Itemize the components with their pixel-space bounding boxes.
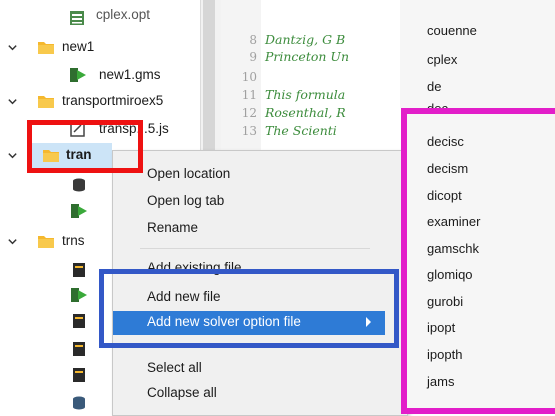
menu-item-open-log-tab[interactable]: Open log tab xyxy=(147,193,224,208)
option-file-icon xyxy=(70,11,84,25)
log-file-icon xyxy=(73,342,85,356)
gms-file-icon xyxy=(70,68,86,82)
log-file-icon xyxy=(73,263,85,277)
annotation-box-blue xyxy=(99,269,399,348)
chevron-down-icon[interactable] xyxy=(5,40,19,54)
database-icon xyxy=(73,396,85,410)
solver-item[interactable]: couenne xyxy=(427,23,477,38)
annotation-box-red xyxy=(27,120,143,173)
tree-item-label: new1 xyxy=(62,39,95,54)
menu-item-select-all[interactable]: Select all xyxy=(147,360,202,375)
line-number: 8 xyxy=(249,33,257,47)
menu-item-rename[interactable]: Rename xyxy=(147,220,198,235)
line-number: 12 xyxy=(241,106,257,120)
chevron-down-icon[interactable] xyxy=(5,94,19,108)
tree-item-label: trns xyxy=(62,233,85,248)
folder-icon xyxy=(38,96,54,108)
menu-item-open-location[interactable]: Open location xyxy=(147,166,230,181)
line-number: 10 xyxy=(241,70,257,84)
line-number: 11 xyxy=(241,88,257,102)
code-line: Dantzig, G B xyxy=(265,32,346,47)
chevron-down-icon[interactable] xyxy=(5,234,19,248)
solver-item[interactable]: de xyxy=(427,79,441,94)
gms-file-icon xyxy=(71,288,87,302)
folder-icon xyxy=(38,42,54,54)
tree-item-label: cplex.opt xyxy=(96,7,151,22)
solver-item[interactable]: cplex xyxy=(427,52,457,67)
gms-file-icon xyxy=(71,204,87,218)
menu-item-collapse-all[interactable]: Collapse all xyxy=(147,385,217,400)
annotation-box-magenta xyxy=(401,108,555,414)
code-line: Princeton Un xyxy=(265,49,349,64)
tree-item-label: transportmiroex5 xyxy=(62,93,164,108)
menu-separator xyxy=(140,248,370,249)
log-file-icon xyxy=(73,314,85,328)
line-number: 9 xyxy=(249,50,257,64)
code-line: Rosenthal, R xyxy=(265,105,346,120)
solver-list-upper xyxy=(400,0,555,108)
code-line: This formula xyxy=(265,87,346,102)
line-number: 13 xyxy=(241,124,257,138)
chevron-down-icon[interactable] xyxy=(5,148,19,162)
database-icon xyxy=(73,178,85,192)
tree-item-label: new1.gms xyxy=(99,67,161,82)
code-line: The Scienti xyxy=(265,123,337,138)
folder-icon xyxy=(38,236,54,248)
solver-item[interactable]: dec xyxy=(427,101,448,108)
log-file-icon xyxy=(73,368,85,382)
